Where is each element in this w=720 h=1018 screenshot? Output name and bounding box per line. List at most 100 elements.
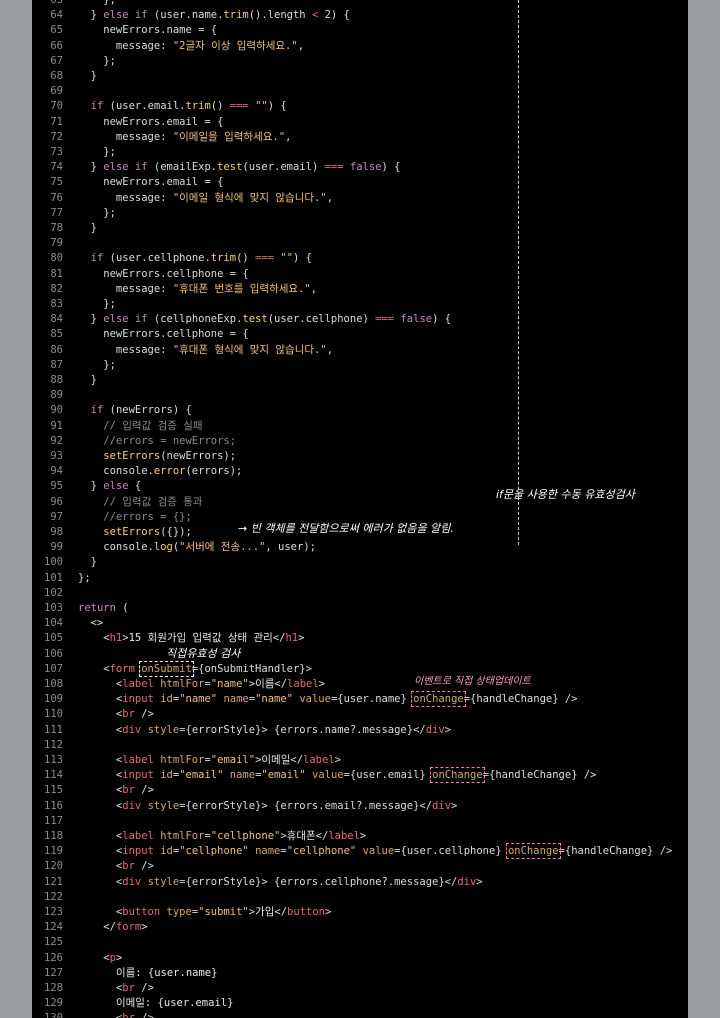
code-text: newErrors.cellphone = { xyxy=(78,267,249,280)
code-text: }; xyxy=(78,358,116,371)
code-text: } else { xyxy=(78,480,142,493)
line-number: 86 xyxy=(50,343,63,356)
line-number: 95 xyxy=(50,480,63,493)
line-number: 124 xyxy=(44,921,63,934)
line-number: 112 xyxy=(44,738,63,751)
line-number: 65 xyxy=(50,24,63,37)
line-number: 98 xyxy=(50,526,63,538)
line-number: 128 xyxy=(44,982,63,994)
code-text: <br /> xyxy=(78,982,154,994)
code-text: if (user.cellphone.trim() === "") { xyxy=(90,252,312,265)
code-text: //errors = newErrors; xyxy=(103,434,237,447)
line-number: 105 xyxy=(44,632,63,645)
code-text: } else if (user.name.trim().length < 2) … xyxy=(78,9,350,22)
line-number: 108 xyxy=(44,678,63,690)
line-number: 91 xyxy=(50,419,63,432)
line-number: 81 xyxy=(50,267,63,280)
code-text: setErrors(newErrors); xyxy=(103,450,237,462)
line-number: 96 xyxy=(50,495,63,508)
code-text: setErrors({}); xyxy=(103,526,192,538)
side-note: if문을 사용한 수동 유효성검사 xyxy=(496,488,635,501)
code-text: message: "휴대폰 번호를 입력하세요.", xyxy=(78,282,318,295)
line-number: 84 xyxy=(50,313,63,326)
line-number: 67 xyxy=(50,54,63,67)
code-text: }; xyxy=(78,206,116,219)
line-number: 116 xyxy=(44,799,63,812)
line-number: 99 xyxy=(50,541,63,554)
code-text: <p> xyxy=(78,951,123,964)
line-number: 78 xyxy=(50,222,63,234)
code-text: <input id="cellphone" name="cellphone" v… xyxy=(78,843,673,860)
code-text: }; xyxy=(78,146,116,158)
line-number: 122 xyxy=(44,890,63,903)
line-number: 103 xyxy=(44,602,63,614)
line-number: 93 xyxy=(50,450,63,462)
line-number: 71 xyxy=(50,115,63,128)
line-number: 117 xyxy=(44,814,63,827)
line-number: 97 xyxy=(50,510,63,523)
line-number: 88 xyxy=(50,374,63,386)
code-text: <label htmlFor="email">이메일</label> xyxy=(78,754,341,766)
code-text: 이메일: {user.email} xyxy=(115,997,234,1010)
code-text: //errors = {}; xyxy=(103,510,192,523)
line-number: 63 xyxy=(50,0,63,6)
line-number: 72 xyxy=(50,130,63,143)
line-number: 64 xyxy=(50,9,63,22)
code-text: newErrors.email = { xyxy=(78,176,224,189)
line-number: 104 xyxy=(44,617,63,630)
line-number: 70 xyxy=(50,100,63,113)
code-text: }; xyxy=(78,298,116,310)
line-number: 76 xyxy=(50,191,63,204)
line-number: 127 xyxy=(44,966,63,979)
code-text: // 입력값 검증 통과 xyxy=(103,495,203,508)
line-number: 101 xyxy=(44,571,63,584)
line-number: 121 xyxy=(44,875,63,888)
line-number: 110 xyxy=(44,708,63,721)
line-number: 125 xyxy=(44,936,63,949)
code-text: <input id="name" name="name" value={user… xyxy=(78,691,578,708)
code-text: <label htmlFor="name">이름</label> xyxy=(78,678,325,690)
line-number: 114 xyxy=(44,769,63,782)
line-number: 74 xyxy=(50,161,63,174)
code-text: message: "휴대폰 형식에 맞지 않습니다.", xyxy=(78,343,334,356)
line-number: 68 xyxy=(50,70,63,82)
code-editor[interactable]: 63 }; 64 } else if (user.name.trim().leng… xyxy=(32,0,688,1018)
code-text: }; xyxy=(78,54,116,67)
code-text: </form> xyxy=(78,921,148,934)
code-text: 이름: {user.name} xyxy=(115,966,218,979)
set-errors-note: → 빈 객체를 전달함으로써 에러가 없음을 알림. xyxy=(238,522,454,535)
line-number: 113 xyxy=(44,754,63,766)
code-text: <br /> xyxy=(78,708,154,721)
line-number: 126 xyxy=(44,951,63,964)
line-number: 123 xyxy=(44,906,63,918)
line-number: 129 xyxy=(44,997,63,1010)
line-number: 89 xyxy=(50,389,63,402)
annotation-divider xyxy=(518,0,519,545)
on-submit-note: 직접유효성 검사 xyxy=(166,647,241,660)
line-number: 102 xyxy=(44,586,63,599)
line-number: 83 xyxy=(50,298,63,310)
code-text: }; xyxy=(78,0,116,6)
code-text: <br /> xyxy=(78,860,154,873)
code-text: } xyxy=(78,556,97,569)
highlighted-token: onChange xyxy=(505,843,561,860)
line-number: 85 xyxy=(50,328,63,341)
code-text: } else if (cellphoneExp.test(user.cellph… xyxy=(78,313,452,326)
line-number: 69 xyxy=(50,85,63,98)
line-number: 82 xyxy=(50,282,63,295)
line-number: 111 xyxy=(44,723,63,736)
code-text: } else if (emailExp.test(user.email) ===… xyxy=(78,161,401,174)
line-number: 87 xyxy=(50,358,63,371)
highlighted-token: onSubmit xyxy=(139,660,194,677)
line-number: 118 xyxy=(44,830,63,842)
code-text: <div style={errorStyle}> {errors.email?.… xyxy=(78,799,458,812)
line-number: 94 xyxy=(50,465,63,478)
code-text: <div style={errorStyle}> {errors.cellpho… xyxy=(78,875,483,888)
line-number: 79 xyxy=(50,237,63,250)
code-text: message: "2글자 이상 입력하세요.", xyxy=(78,39,305,52)
line-number: 100 xyxy=(44,556,63,569)
code-text: message: "이메일을 입력하세요.", xyxy=(78,130,292,143)
code-text: <div style={errorStyle}> {errors.name?.m… xyxy=(78,723,452,736)
line-number: 130 xyxy=(32,1011,63,1018)
line-number: 66 xyxy=(50,39,63,52)
